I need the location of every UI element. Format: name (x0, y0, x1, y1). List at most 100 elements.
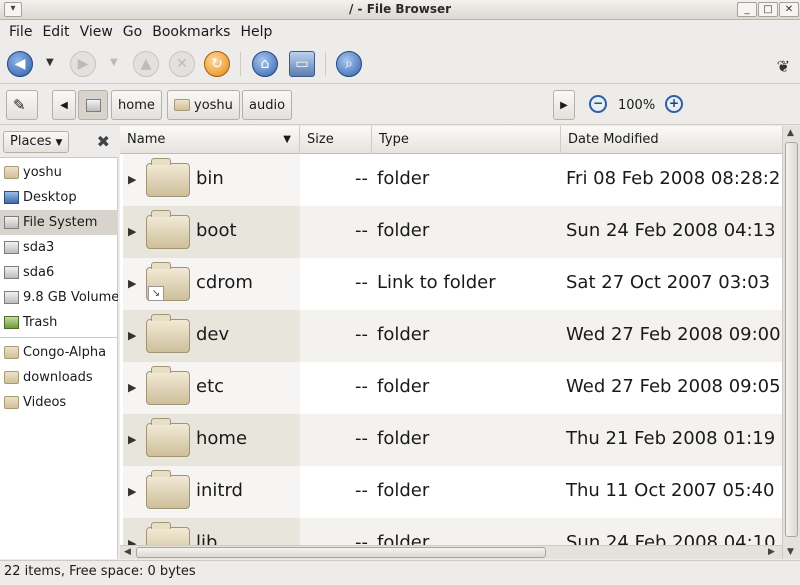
path-button-yoshu[interactable]: yoshu (167, 90, 240, 120)
file-name: boot (196, 220, 237, 241)
path-button-home[interactable]: home (111, 90, 162, 120)
sidebar-item-trash[interactable]: Trash (0, 310, 118, 335)
sidebar-type-dropdown[interactable]: Places ▼ (3, 131, 70, 153)
vertical-scroll-thumb[interactable] (785, 142, 798, 537)
scroll-right-icon[interactable]: ▶ (768, 547, 775, 557)
close-sidebar-icon[interactable]: ✖ (97, 132, 110, 151)
column-name[interactable]: Name ▼ (120, 126, 300, 154)
stop-icon[interactable]: ✕ (169, 51, 195, 77)
menu-file[interactable]: File (4, 24, 37, 40)
expand-triangle-icon[interactable]: ▶ (128, 537, 136, 545)
path-scroll-right-button[interactable]: ▶ (553, 90, 575, 120)
column-header: Name ▼ Size Type Date Modified (120, 126, 782, 154)
expand-triangle-icon[interactable]: ▶ (128, 433, 136, 446)
folder-icon (146, 314, 190, 353)
file-size: -- (355, 480, 368, 501)
sidebar-type-label: Places (10, 134, 52, 149)
horizontal-scroll-thumb[interactable] (136, 547, 546, 558)
trash-icon (4, 316, 19, 329)
sidebar-item-volume[interactable]: 9.8 GB Volume (0, 285, 118, 310)
menu-bookmarks[interactable]: Bookmarks (147, 24, 235, 40)
path-button-audio[interactable]: audio (242, 90, 293, 120)
menu-help[interactable]: Help (235, 24, 277, 40)
file-size: -- (355, 272, 368, 293)
sidebar-bookmark-downloads[interactable]: downloads (0, 365, 118, 390)
expand-triangle-icon[interactable]: ▶ (128, 225, 136, 238)
chevron-down-icon: ▼ (55, 138, 63, 148)
column-label: Name (127, 132, 166, 147)
sidebar-item-yoshu[interactable]: yoshu (0, 160, 118, 185)
path-root-button[interactable] (78, 90, 108, 120)
scroll-up-icon[interactable]: ▲ (787, 128, 794, 138)
table-row[interactable]: ▶ lib -- folder Sun 24 Feb 2008 04:10 (123, 518, 782, 545)
table-row[interactable]: ▶ home -- folder Thu 21 Feb 2008 01:19 (123, 414, 782, 466)
search-icon[interactable]: ⌕ (336, 51, 362, 77)
file-size: -- (355, 532, 368, 545)
home-icon[interactable]: ⌂ (252, 51, 278, 77)
expand-triangle-icon[interactable]: ▶ (128, 277, 136, 290)
file-size: -- (355, 220, 368, 241)
expand-triangle-icon[interactable]: ▶ (128, 329, 136, 342)
column-size[interactable]: Size (300, 126, 372, 154)
expand-triangle-icon[interactable]: ▶ (128, 173, 136, 186)
places-list: yoshu Desktop File System sda3 sda6 9.8 … (0, 160, 118, 415)
file-size: -- (355, 168, 368, 189)
menu-edit[interactable]: Edit (37, 24, 74, 40)
sidebar-item-label: downloads (23, 370, 93, 385)
sidebar-item-sda6[interactable]: sda6 (0, 260, 118, 285)
sidebar-separator (0, 337, 118, 338)
drive-icon (4, 266, 19, 279)
path-scroll-left-button[interactable]: ◀ (52, 90, 76, 120)
back-icon[interactable]: ◀ (7, 51, 33, 77)
table-row[interactable]: ▶ ↘ cdrom -- Link to folder Sat 27 Oct 2007 0… (123, 258, 782, 310)
sidebar-item-sda3[interactable]: sda3 (0, 235, 118, 260)
sidebar-item-desktop[interactable]: Desktop (0, 185, 118, 210)
table-row[interactable]: ▶ etc -- folder Wed 27 Feb 2008 09:05 (123, 362, 782, 414)
minimize-button[interactable]: _ (737, 2, 757, 17)
menu-view[interactable]: View (75, 24, 118, 40)
sidebar-item-label: yoshu (23, 165, 62, 180)
zoom-level[interactable]: 100% (618, 98, 655, 113)
expand-triangle-icon[interactable]: ▶ (128, 485, 136, 498)
sidebar-bookmark-congo-alpha[interactable]: Congo-Alpha (0, 340, 118, 365)
horizontal-scrollbar[interactable]: ◀ ▶ (120, 545, 782, 559)
folder-icon (4, 371, 19, 384)
folder-icon (4, 166, 19, 179)
sidebar-item-label: sda3 (23, 240, 55, 255)
menu-go[interactable]: Go (118, 24, 147, 40)
table-row[interactable]: ▶ initrd -- folder Thu 11 Oct 2007 05:40 (123, 466, 782, 518)
expand-triangle-icon[interactable]: ▶ (128, 381, 136, 394)
title-bar: ▾ / - File Browser _ □ ✕ (0, 0, 800, 20)
forward-history-dropdown-icon[interactable]: ▼ (110, 57, 118, 68)
column-date-modified[interactable]: Date Modified (561, 126, 782, 154)
sidebar-item-label: 9.8 GB Volume (23, 290, 118, 305)
up-icon[interactable]: ▲ (133, 51, 159, 77)
table-row[interactable]: ▶ boot -- folder Sun 24 Feb 2008 04:13 (123, 206, 782, 258)
sidebar-bookmark-videos[interactable]: Videos (0, 390, 118, 415)
scroll-down-icon[interactable]: ▼ (787, 547, 794, 557)
close-window-button[interactable]: ✕ (779, 2, 799, 17)
back-history-dropdown-icon[interactable]: ▼ (46, 57, 54, 68)
zoom-in-icon[interactable]: + (665, 95, 683, 113)
file-name: cdrom (196, 272, 253, 293)
desktop-icon (4, 191, 19, 204)
folder-icon (4, 346, 19, 359)
file-name: etc (196, 376, 225, 397)
forward-icon[interactable]: ▶ (70, 51, 96, 77)
computer-icon[interactable]: ▭ (289, 51, 315, 77)
scroll-left-icon[interactable]: ◀ (124, 547, 131, 557)
column-label: Size (307, 132, 334, 147)
toolbar-separator (240, 52, 241, 76)
file-date-modified: Wed 27 Feb 2008 09:00 (566, 324, 781, 345)
maximize-button[interactable]: □ (758, 2, 778, 17)
folder-icon (146, 210, 190, 249)
table-row[interactable]: ▶ dev -- folder Wed 27 Feb 2008 09:00 (123, 310, 782, 362)
table-row[interactable]: ▶ bin -- folder Fri 08 Feb 2008 08:28:2 (123, 154, 782, 206)
reload-icon[interactable]: ↻ (204, 51, 230, 77)
vertical-scrollbar[interactable]: ▲ ▼ (782, 126, 800, 559)
zoom-out-icon[interactable]: − (589, 95, 607, 113)
column-type[interactable]: Type (372, 126, 561, 154)
sidebar-item-file-system[interactable]: File System (0, 210, 118, 235)
toggle-location-entry-button[interactable]: ✎ (6, 90, 38, 120)
sidebar-item-label: Desktop (23, 190, 77, 205)
